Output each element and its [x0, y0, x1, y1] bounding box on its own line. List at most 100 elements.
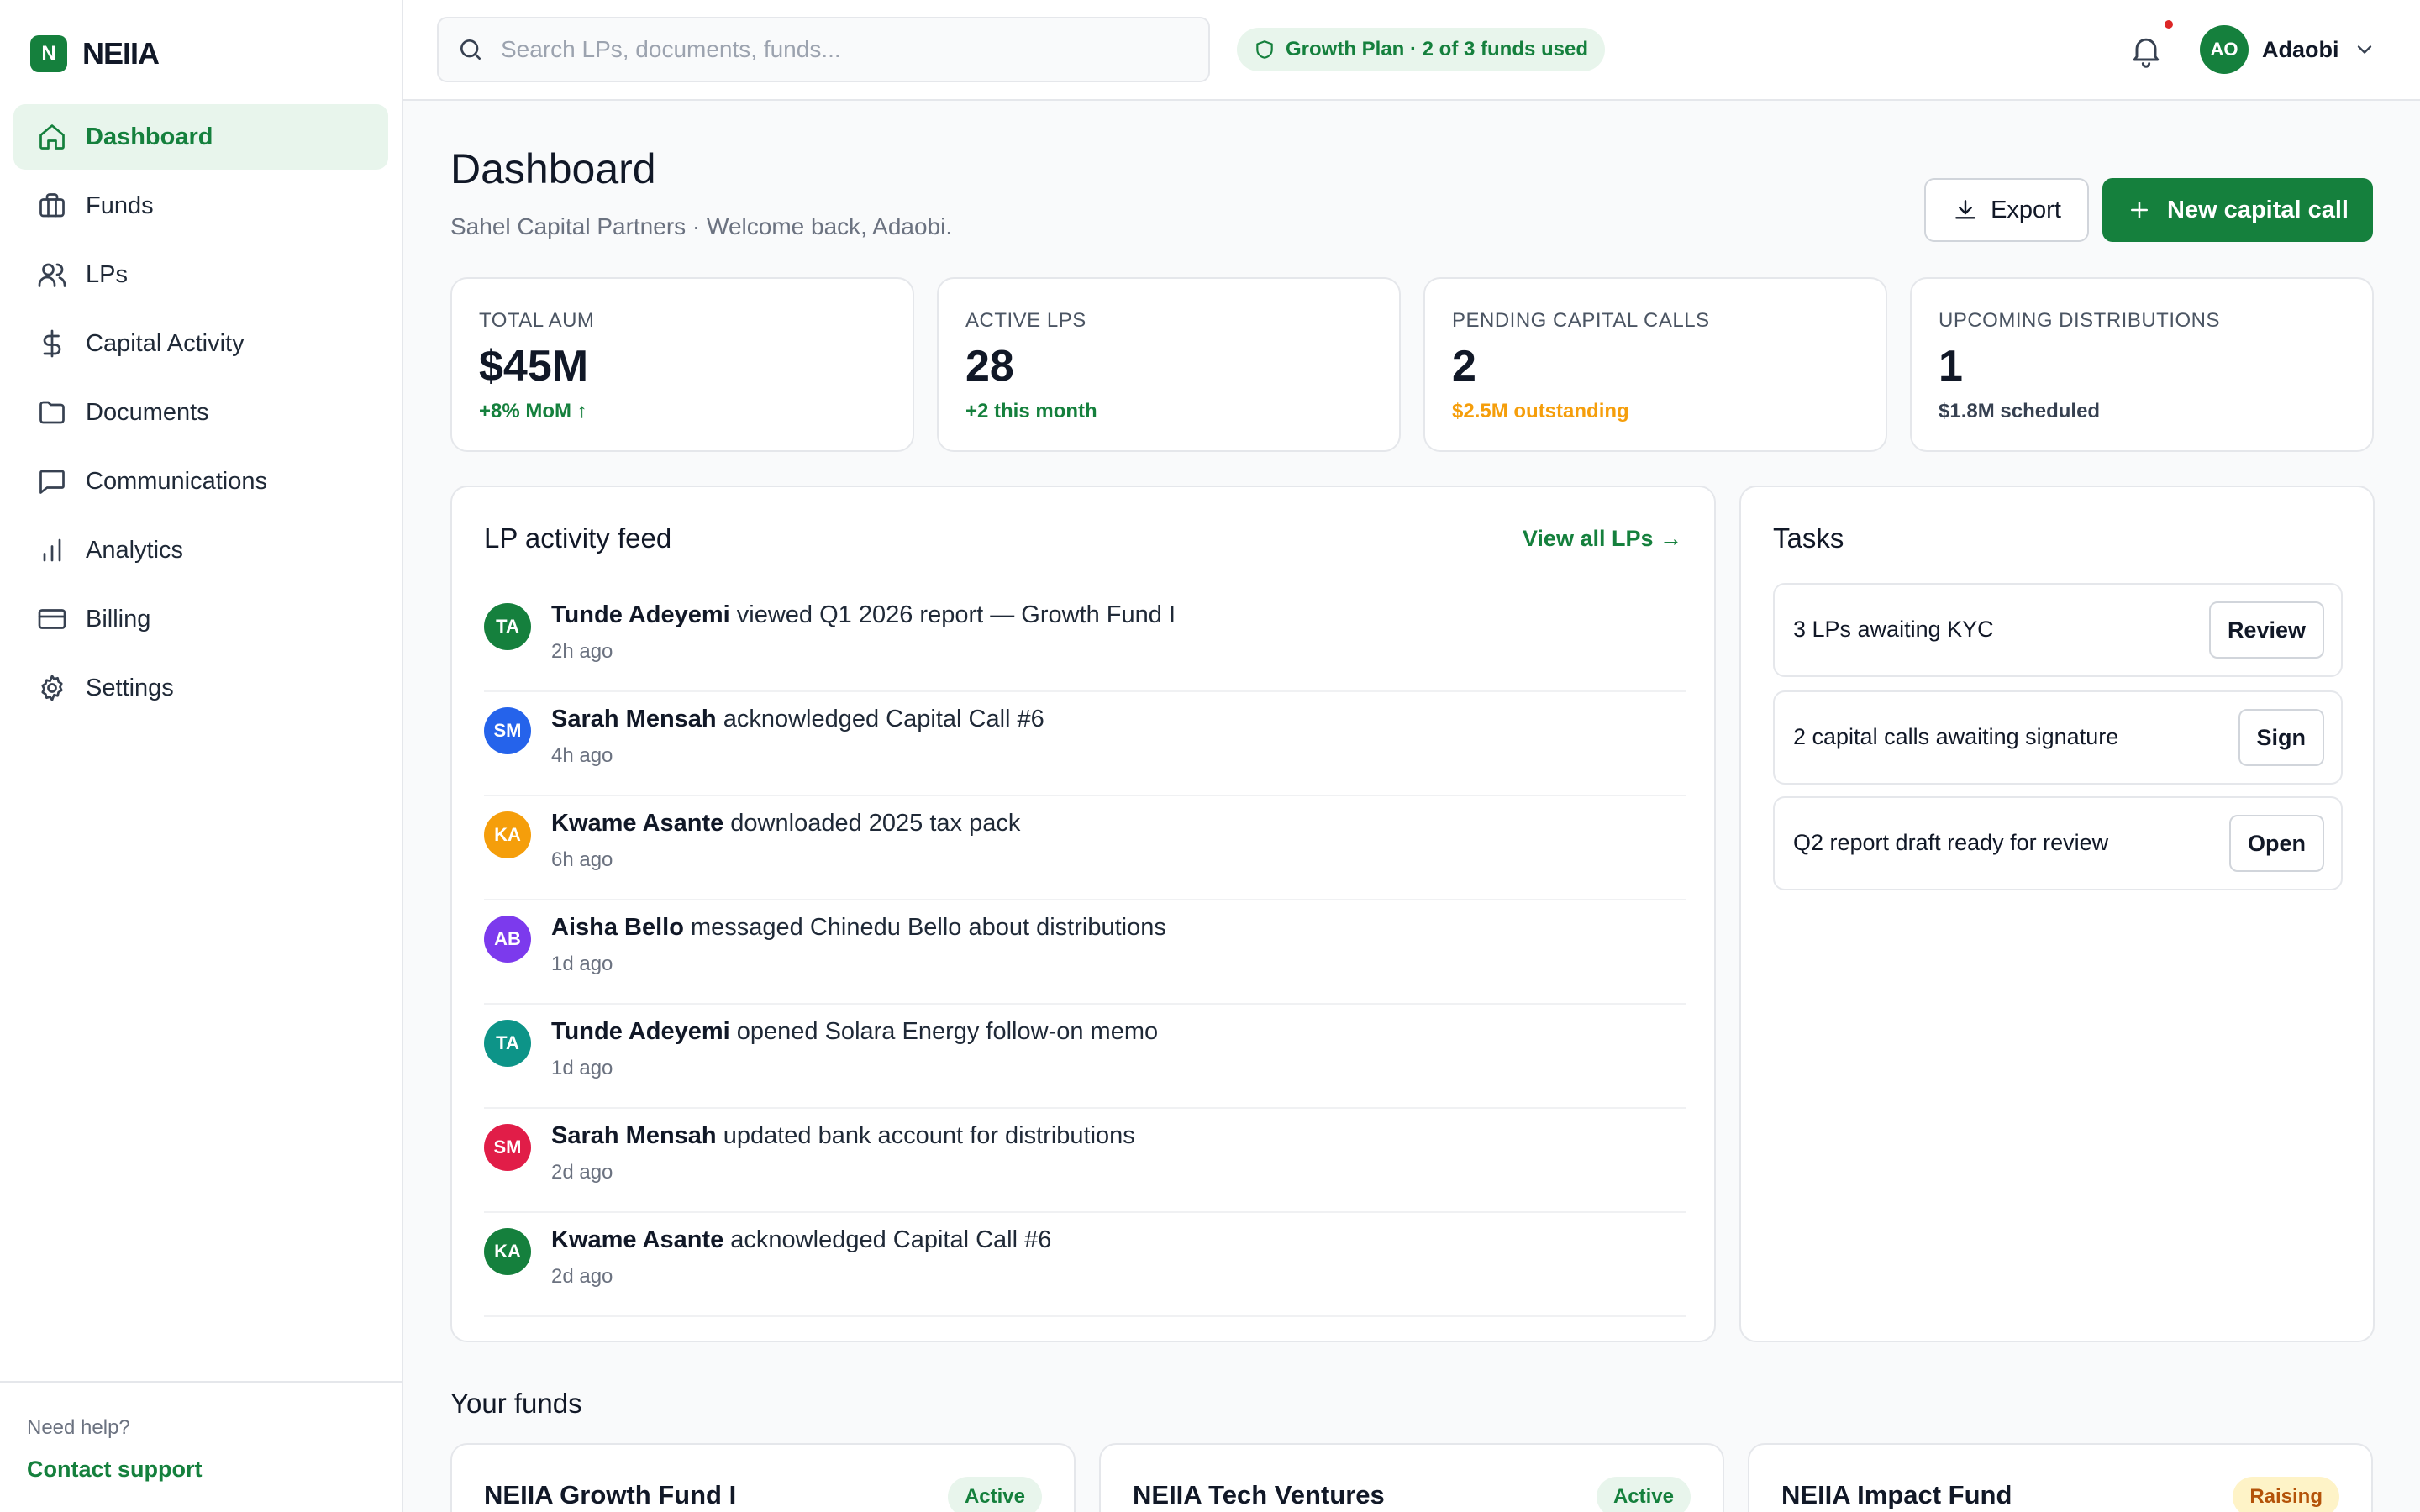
feed-action: updated bank account for distributions [723, 1122, 1135, 1149]
contact-support-link[interactable]: Contact support [27, 1457, 402, 1483]
page-title: Dashboard [450, 145, 656, 192]
chevron-down-icon [2357, 45, 2371, 54]
sidebar-item-label: Billing [86, 605, 151, 633]
search-box[interactable] [437, 17, 1210, 82]
avatar: TA [484, 603, 531, 650]
feed-action: acknowledged Capital Call #6 [723, 706, 1044, 732]
topbar: Growth Plan · 2 of 3 funds used AO Adaob… [403, 0, 2420, 101]
avatar: KA [484, 811, 531, 858]
sign-button[interactable]: Sign [2238, 709, 2324, 766]
bar-chart-icon [43, 538, 61, 562]
stat-label: PENDING CAPITAL CALLS [1452, 309, 1710, 332]
feed-actor[interactable]: Tunde Adeyemi [551, 1018, 730, 1045]
feed-actor[interactable]: Sarah Mensah [551, 1122, 717, 1149]
feed-time: 2d ago [551, 1265, 613, 1288]
message-icon [39, 470, 65, 494]
status-badge: Active [947, 1477, 1042, 1512]
sidebar-item-label: LPs [86, 260, 128, 288]
stat-card-total-aum: TOTAL AUM $45M +8% MoM ↑ [450, 277, 914, 452]
feed-actor[interactable]: Sarah Mensah [551, 706, 717, 732]
page-subtitle: Sahel Capital Partners · Welcome back, A… [450, 213, 953, 239]
stat-label: UPCOMING DISTRIBUTIONS [1939, 309, 2221, 332]
notification-dot [2165, 20, 2173, 29]
user-menu[interactable]: AO Adaobi [2200, 25, 2376, 74]
task-label: 2 capital calls awaiting signature [1793, 724, 2119, 749]
new-capital-call-button[interactable]: New capital call [2102, 178, 2373, 242]
fund-card[interactable]: NEIIA Growth Fund I Active [450, 1443, 1076, 1512]
list-item[interactable]: KA Kwame Asante downloaded 2025 tax pack… [484, 796, 1686, 900]
feed-actor[interactable]: Aisha Bello [551, 914, 684, 941]
feed-time: 1d ago [551, 953, 613, 975]
stat-note: $1.8M scheduled [1939, 400, 2101, 423]
sidebar-item-label: Settings [86, 674, 174, 701]
status-badge: Raising [2233, 1477, 2339, 1512]
sidebar-item-communications[interactable]: Communications [13, 449, 388, 514]
feed-title: LP activity feed [484, 522, 672, 554]
list-item[interactable]: SM Sarah Mensah updated bank account for… [484, 1109, 1686, 1213]
list-item[interactable]: KA Kwame Asante acknowledged Capital Cal… [484, 1213, 1686, 1317]
tasks-title: Tasks [1773, 522, 1844, 554]
plus-icon [2131, 202, 2148, 218]
feed-text: Aisha Bello messaged Chinedu Bello about… [551, 914, 1166, 942]
task-label: 3 LPs awaiting KYC [1793, 617, 1994, 642]
feed-action: opened Solara Energy follow-on memo [736, 1018, 1159, 1045]
feed-action: messaged Chinedu Bello about distributio… [691, 914, 1166, 941]
plan-badge: Growth Plan · 2 of 3 funds used [1237, 28, 1606, 71]
sidebar-item-label: Capital Activity [86, 329, 245, 357]
fund-name: NEIIA Impact Fund [1781, 1480, 2012, 1509]
fund-name: NEIIA Growth Fund I [484, 1480, 737, 1509]
review-button[interactable]: Review [2208, 601, 2324, 659]
list-item[interactable]: SM Sarah Mensah acknowledged Capital Cal… [484, 692, 1686, 796]
sidebar-item-label: Documents [86, 398, 209, 426]
lp-activity-feed: LP activity feed View all LPs → TA Tunde… [450, 486, 1716, 1342]
avatar: AB [484, 916, 531, 963]
stat-value: 28 [965, 342, 1014, 391]
list-item[interactable]: TA Tunde Adeyemi opened Solara Energy fo… [484, 1005, 1686, 1109]
feed-actor[interactable]: Kwame Asante [551, 1226, 723, 1253]
sidebar-nav: Dashboard Funds LPs Capital Activity Doc… [13, 104, 388, 724]
stat-card-upcoming-distributions: UPCOMING DISTRIBUTIONS 1 $1.8M scheduled [1910, 277, 2374, 452]
notification-bell-icon[interactable] [2128, 32, 2165, 69]
search-input[interactable] [501, 36, 1190, 63]
sidebar-item-capital-activity[interactable]: Capital Activity [13, 311, 388, 376]
feed-actor[interactable]: Kwame Asante [551, 810, 723, 837]
briefcase-icon [39, 193, 65, 218]
sidebar-item-analytics[interactable]: Analytics [13, 517, 388, 583]
stat-card-active-lps: ACTIVE LPS 28 +2 this month [937, 277, 1401, 452]
sidebar-item-settings[interactable]: Settings [13, 655, 388, 721]
fund-card[interactable]: NEIIA Tech Ventures Active [1099, 1443, 1724, 1512]
fund-card[interactable]: NEIIA Impact Fund Raising [1748, 1443, 2373, 1512]
stat-note: +8% MoM ↑ [479, 400, 587, 423]
feed-action: acknowledged Capital Call #6 [730, 1226, 1052, 1253]
stat-value: 1 [1939, 342, 1963, 391]
download-icon [1955, 200, 1975, 219]
tasks-panel: Tasks 3 LPs awaiting KYC Review 2 capita… [1739, 486, 2375, 1342]
task-label: Q2 report draft ready for review [1793, 830, 2109, 855]
stat-label: ACTIVE LPS [965, 309, 1086, 332]
list-item[interactable]: TA Tunde Adeyemi viewed Q1 2026 report —… [484, 588, 1686, 692]
users-icon [38, 263, 66, 287]
gear-icon [41, 675, 63, 701]
brand[interactable]: N NEIIA [30, 35, 160, 72]
sidebar-item-funds[interactable]: Funds [13, 173, 388, 239]
sidebar-item-billing[interactable]: Billing [13, 586, 388, 652]
home-icon [39, 124, 65, 150]
help-text: Need help? [27, 1416, 130, 1439]
status-badge: Active [1596, 1477, 1691, 1512]
open-button[interactable]: Open [2228, 815, 2324, 872]
sidebar-item-label: Dashboard [86, 123, 213, 150]
feed-text: Kwame Asante acknowledged Capital Call #… [551, 1226, 1051, 1254]
sidebar-item-lps[interactable]: LPs [13, 242, 388, 307]
sidebar-item-dashboard[interactable]: Dashboard [13, 104, 388, 170]
credit-card-icon [38, 609, 66, 629]
feed-actor[interactable]: Tunde Adeyemi [551, 601, 730, 628]
view-all-lps-link[interactable]: View all LPs → [1523, 526, 1682, 552]
feed-text: Sarah Mensah updated bank account for di… [551, 1122, 1135, 1150]
feed-text: Sarah Mensah acknowledged Capital Call #… [551, 706, 1044, 733]
list-item[interactable]: AB Aisha Bello messaged Chinedu Bello ab… [484, 900, 1686, 1005]
stat-value: 2 [1452, 342, 1476, 391]
sidebar-item-documents[interactable]: Documents [13, 380, 388, 445]
export-button[interactable]: Export [1924, 178, 2089, 242]
stat-label: TOTAL AUM [479, 309, 595, 332]
avatar: AO [2200, 25, 2249, 74]
